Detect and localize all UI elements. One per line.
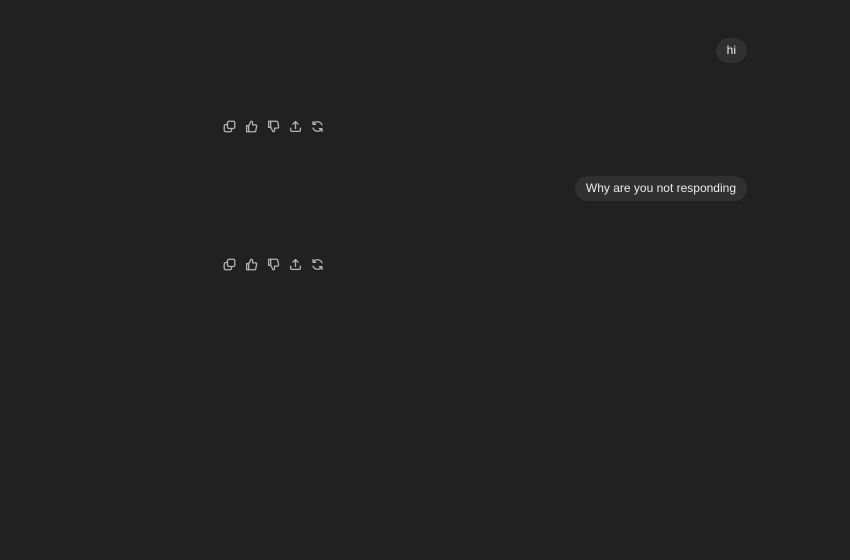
regenerate-icon [311,258,323,270]
assistant-response-actions [219,254,327,274]
assistant-response-actions [219,116,327,136]
share-button[interactable] [285,254,305,274]
regenerate-button[interactable] [307,254,327,274]
user-message: Why are you not responding [574,176,747,201]
bad-response-button[interactable] [263,116,283,136]
share-button[interactable] [285,116,305,136]
user-message: hi [715,38,747,63]
thumbs-up-icon [245,258,257,270]
copy-button[interactable] [219,254,239,274]
thumbs-up-icon [245,120,257,132]
share-icon [289,258,301,270]
share-icon [289,120,301,132]
regenerate-icon [311,120,323,132]
copy-button[interactable] [219,116,239,136]
bad-response-button[interactable] [263,254,283,274]
good-response-button[interactable] [241,254,261,274]
regenerate-button[interactable] [307,116,327,136]
thumbs-down-icon [267,120,279,132]
copy-icon [223,120,235,132]
good-response-button[interactable] [241,116,261,136]
thumbs-down-icon [267,258,279,270]
copy-icon [223,258,235,270]
chat-page: hi Why are you not responding [0,0,850,560]
